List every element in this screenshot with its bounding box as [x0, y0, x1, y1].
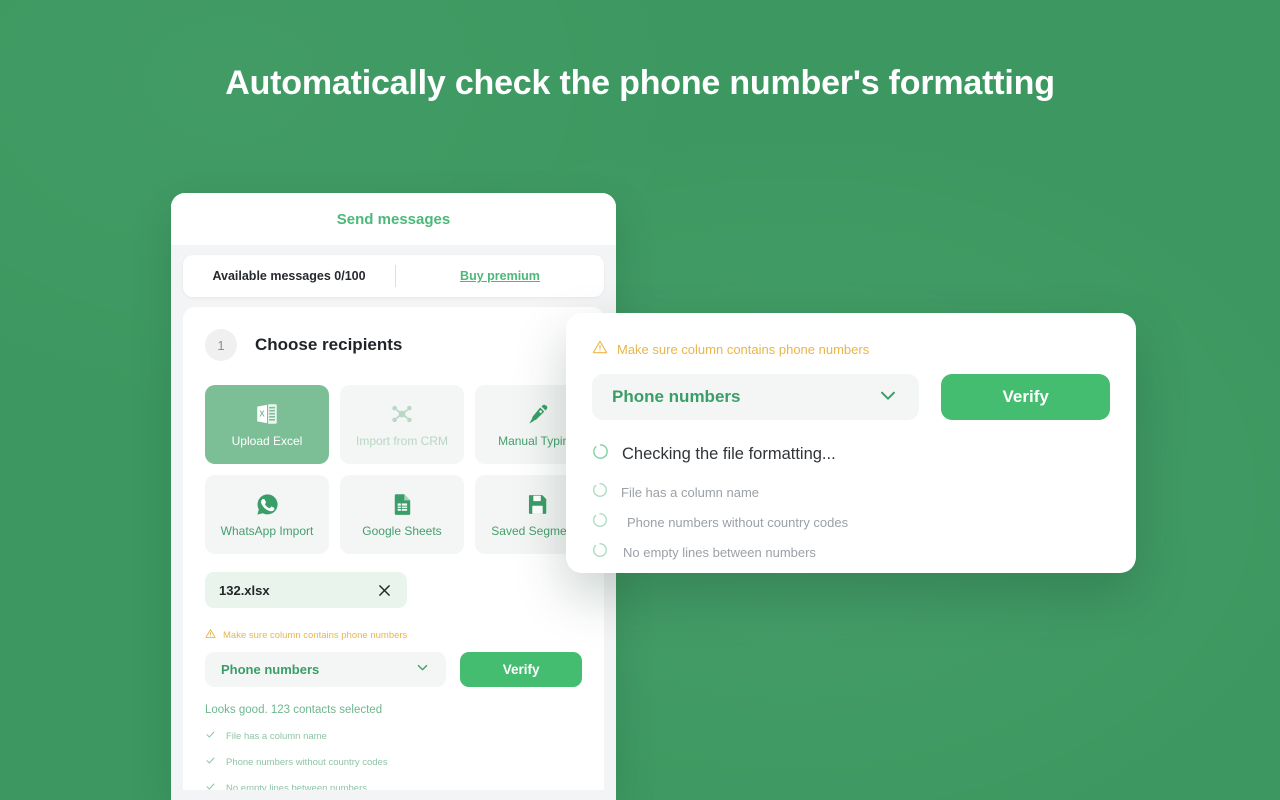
source-tile-label: Manual Typing: [498, 433, 576, 448]
chevron-down-icon: [415, 660, 430, 680]
column-select-value: Phone numbers: [221, 662, 320, 677]
card-body: Available messages 0/100 Buy premium 1 C…: [171, 245, 616, 800]
crm-network-icon: [389, 401, 415, 427]
warning-triangle-icon: [592, 339, 608, 360]
column-select[interactable]: Phone numbers: [205, 652, 447, 687]
source-tile-label: Google Sheets: [362, 523, 442, 538]
step-title: Choose recipients: [255, 335, 403, 354]
check-label: File has a column name: [621, 485, 760, 500]
verification-checklist: File has a column name Phone numbers wit…: [205, 727, 582, 790]
page-headline: Automatically check the phone number's f…: [225, 64, 1055, 102]
popup-column-warning-text: Make sure column contains phone numbers: [617, 342, 870, 357]
send-messages-card: Send messages Available messages 0/100 B…: [171, 193, 616, 800]
uploaded-file-chip: 132.xlsx: [205, 572, 407, 608]
quota-bar: Available messages 0/100 Buy premium: [183, 255, 604, 297]
source-tile-label: Import from CRM: [355, 434, 448, 448]
verify-button[interactable]: Verify: [460, 652, 582, 687]
column-warning: Make sure column contains phone numbers: [205, 626, 582, 644]
check-item: File has a column name: [592, 482, 1110, 503]
buy-premium-link[interactable]: Buy premium: [396, 269, 604, 283]
column-select-row: Phone numbers Verify: [205, 652, 582, 687]
google-sheets-icon: [390, 492, 415, 517]
card-title: Send messages: [336, 210, 451, 228]
card-header: Send messages: [171, 193, 616, 245]
check-label: No empty lines between numbers: [226, 782, 367, 791]
source-tile-label: WhatsApp Import: [220, 523, 314, 538]
pen-nib-icon: [525, 402, 550, 427]
check-label: Phone numbers without country codes: [627, 515, 849, 530]
popup-column-select-row: Phone numbers Verify: [592, 374, 1110, 420]
check-item: Phone numbers without country codes: [592, 512, 1110, 533]
source-tiles-row-2: WhatsApp Import Google Sheets Saved Segm…: [205, 475, 599, 554]
source-tile-label: Upload Excel: [231, 434, 303, 448]
popup-column-select[interactable]: Phone numbers: [592, 374, 920, 420]
svg-text:X: X: [259, 409, 265, 418]
popup-column-select-value: Phone numbers: [612, 387, 741, 406]
check-item: File has a column name: [205, 727, 582, 745]
column-warning-text: Make sure column contains phone numbers: [223, 629, 408, 641]
popup-verify-button[interactable]: Verify: [941, 374, 1110, 420]
check-item: No empty lines between numbers: [592, 542, 1110, 563]
verification-result: Looks good. 123 contacts selected: [205, 704, 383, 716]
excel-file-icon: X: [254, 401, 280, 427]
spinner-icon: [592, 542, 608, 563]
source-tile-import-from-crm[interactable]: Import from CRM: [340, 385, 464, 464]
popup-column-warning: Make sure column contains phone numbers: [592, 339, 1110, 360]
check-label: No empty lines between numbers: [623, 545, 816, 560]
source-tile-upload-excel[interactable]: X Upload Excel: [205, 385, 329, 464]
step-panel: 1 Choose recipients X Upload Excel Impor…: [183, 307, 604, 790]
check-icon: [205, 727, 216, 745]
floppy-disk-icon: [525, 492, 550, 517]
step-header: 1 Choose recipients: [205, 329, 582, 361]
check-item: Phone numbers without country codes: [205, 753, 582, 771]
popup-checklist: File has a column name Phone numbers wit…: [592, 482, 1110, 563]
close-icon[interactable]: [376, 582, 393, 599]
spinner-icon: [592, 512, 608, 533]
check-item: No empty lines between numbers: [205, 779, 582, 790]
uploaded-file-name: 132.xlsx: [219, 582, 270, 598]
verification-popup: Make sure column contains phone numbers …: [566, 313, 1136, 573]
popup-status-row: Checking the file formatting...: [592, 443, 1110, 465]
step-number-badge: 1: [205, 329, 237, 361]
available-messages-label: Available messages 0/100: [212, 269, 366, 283]
source-tile-google-sheets[interactable]: Google Sheets: [340, 475, 464, 554]
check-label: File has a column name: [226, 730, 327, 742]
check-label: Phone numbers without country codes: [226, 756, 388, 768]
warning-triangle-icon: [205, 626, 216, 644]
spinner-icon: [592, 482, 608, 503]
check-icon: [205, 753, 216, 771]
source-tiles-row-1: X Upload Excel Import from CRM Manual Ty…: [205, 385, 599, 464]
source-tile-whatsapp-import[interactable]: WhatsApp Import: [205, 475, 329, 554]
chevron-down-icon: [877, 384, 899, 411]
popup-status-label: Checking the file formatting...: [622, 444, 836, 463]
check-icon: [205, 779, 216, 790]
whatsapp-icon: [255, 492, 280, 517]
spinner-icon: [592, 443, 609, 465]
